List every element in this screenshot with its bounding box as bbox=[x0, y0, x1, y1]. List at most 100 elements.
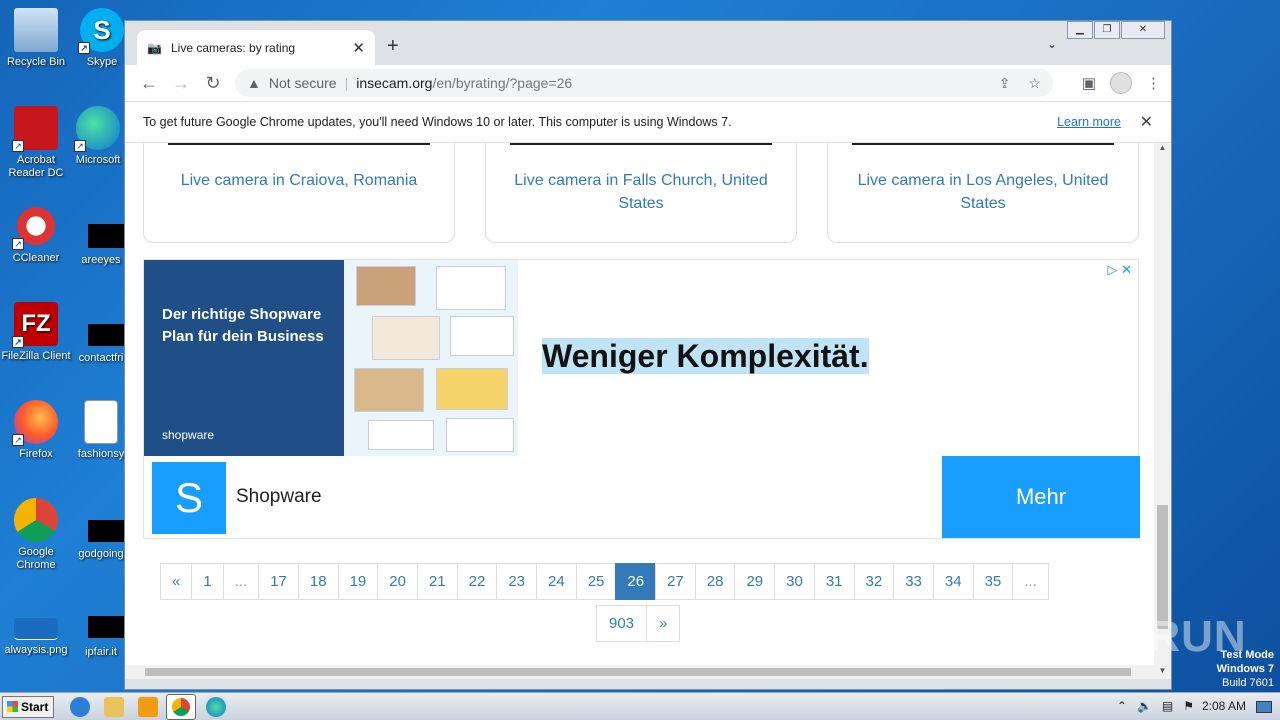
profile-avatar-icon[interactable] bbox=[1110, 72, 1132, 94]
bookmark-star-icon[interactable]: ☆ bbox=[1028, 75, 1041, 92]
menu-kebab-icon[interactable]: ⋮ bbox=[1146, 74, 1161, 92]
page-link[interactable]: 28 bbox=[694, 563, 736, 600]
desktop-icon-firefox[interactable]: ↗ Firefox bbox=[0, 400, 72, 461]
vertical-scrollbar[interactable]: ▲ ▼ bbox=[1154, 143, 1171, 679]
image-file-icon bbox=[14, 618, 58, 640]
desktop-icon-alwaysis[interactable]: alwaysis.png bbox=[0, 618, 72, 657]
new-tab-button[interactable]: + bbox=[387, 35, 399, 58]
page-next[interactable]: » bbox=[646, 605, 681, 642]
media-player-icon[interactable] bbox=[138, 697, 158, 717]
back-arrow-icon[interactable]: ← bbox=[133, 73, 165, 94]
page-link[interactable]: 1 bbox=[191, 563, 224, 600]
page-link-last[interactable]: 903 bbox=[596, 605, 648, 642]
camera-card-title[interactable]: Live camera in Los Angeles, United State… bbox=[858, 172, 1109, 212]
scroll-up-icon[interactable]: ▲ bbox=[1154, 143, 1171, 152]
page-link[interactable]: 19 bbox=[337, 563, 379, 600]
learn-more-link[interactable]: Learn more bbox=[1057, 115, 1121, 129]
tray-expand-icon[interactable]: ⌃ bbox=[1117, 699, 1127, 713]
desktop-icon-label: FileZilla Client bbox=[1, 350, 71, 362]
desktop-icon-acrobat[interactable]: ↗ Acrobat Reader DC bbox=[0, 106, 72, 180]
desktop-icon-filezilla[interactable]: FZ ↗ FileZilla Client bbox=[0, 302, 72, 363]
advertisement[interactable]: Der richtige Shopware Plan für dein Busi… bbox=[143, 259, 1140, 540]
ccleaner-icon: ↗ bbox=[12, 204, 58, 250]
tab-search-chevron-icon[interactable]: ⌄ bbox=[1047, 37, 1057, 51]
page-link[interactable]: 18 bbox=[297, 563, 339, 600]
page-link[interactable]: 17 bbox=[258, 563, 299, 600]
page-link[interactable]: 33 bbox=[893, 563, 934, 600]
action-center-flag-icon[interactable]: ⚑ bbox=[1183, 699, 1194, 713]
forward-arrow-icon[interactable]: → bbox=[165, 73, 197, 94]
volume-icon[interactable]: 🔈 bbox=[1137, 699, 1152, 713]
page-link[interactable]: 31 bbox=[813, 563, 855, 600]
share-icon[interactable]: ⇪ bbox=[999, 75, 1011, 92]
clock[interactable]: 2:08 AM bbox=[1202, 699, 1246, 713]
ad-cta-button[interactable]: Mehr bbox=[942, 456, 1140, 538]
desktop-icon-label: Firefox bbox=[19, 448, 53, 460]
chrome-taskbar-button[interactable] bbox=[166, 694, 196, 720]
desktop-icon-skype[interactable]: S ↗ Skype bbox=[74, 8, 130, 69]
camera-thumbnail bbox=[852, 143, 1114, 145]
page-link[interactable]: 20 bbox=[377, 563, 418, 600]
page-link[interactable]: 30 bbox=[774, 563, 815, 600]
desktop-icon-label: Acrobat Reader DC bbox=[8, 154, 64, 179]
maximize-button[interactable]: ❐ bbox=[1094, 21, 1120, 39]
page-link[interactable]: 29 bbox=[734, 563, 776, 600]
start-button[interactable]: Start bbox=[2, 696, 54, 718]
page-link-current[interactable]: 26 bbox=[615, 563, 657, 600]
os-label: Windows 7 bbox=[1216, 663, 1274, 675]
filezilla-icon: FZ ↗ bbox=[12, 302, 58, 348]
page-link[interactable]: 25 bbox=[575, 563, 617, 600]
shopware-logo-icon: S bbox=[152, 462, 226, 534]
page-link[interactable]: 27 bbox=[655, 563, 696, 600]
test-mode-label: Test Mode bbox=[1220, 649, 1274, 661]
camera-card[interactable]: Live camera in Falls Church, United Stat… bbox=[485, 143, 797, 243]
desktop-icon-microsoft-edge[interactable]: ↗ Microsoft bbox=[66, 106, 130, 167]
page-prev[interactable]: « bbox=[160, 563, 193, 600]
file-icon bbox=[88, 324, 124, 346]
desktop-icon-google-chrome[interactable]: Google Chrome bbox=[0, 498, 72, 572]
adchoices-icon[interactable]: ▷ ✕ bbox=[1107, 262, 1132, 278]
close-window-button[interactable]: ✕ bbox=[1121, 21, 1165, 39]
tab-live-cameras[interactable]: 📷 Live cameras: by rating ✕ bbox=[137, 30, 375, 65]
tab-title: Live cameras: by rating bbox=[171, 40, 296, 55]
camera-card[interactable]: Live camera in Craiova, Romania bbox=[143, 143, 455, 243]
scroll-thumb[interactable] bbox=[1157, 505, 1168, 629]
page-link[interactable]: 21 bbox=[416, 563, 458, 600]
file-explorer-icon[interactable] bbox=[104, 697, 124, 717]
close-tab-icon[interactable]: ✕ bbox=[352, 39, 365, 57]
hscroll-thumb[interactable] bbox=[145, 668, 1131, 676]
page-link[interactable]: 32 bbox=[853, 563, 895, 600]
scroll-down-icon[interactable]: ▼ bbox=[1154, 666, 1171, 675]
address-bar[interactable]: ▲ Not secure | insecam.org/en/byrating/?… bbox=[235, 69, 1053, 97]
edge-icon: ↗ bbox=[74, 106, 120, 152]
ad-headline: Weniger Komplexität. bbox=[542, 338, 869, 375]
network-icon[interactable]: ▤ bbox=[1162, 699, 1173, 713]
minimize-button[interactable]: ▁ bbox=[1067, 21, 1093, 39]
edge-icon[interactable] bbox=[206, 697, 226, 717]
page-ellipsis: ... bbox=[1012, 563, 1049, 600]
show-desktop-icon[interactable] bbox=[1256, 701, 1272, 713]
close-infobar-icon[interactable]: ✕ bbox=[1140, 112, 1153, 132]
horizontal-scrollbar[interactable] bbox=[125, 665, 1154, 679]
ad-bottom-bar: S Shopware Mehr bbox=[144, 456, 1140, 540]
page-link[interactable]: 34 bbox=[932, 563, 974, 600]
pagination-row-2: 903 » bbox=[596, 605, 681, 642]
test-mode-overlay: Test Mode Windows 7 Build 7601 bbox=[1217, 648, 1274, 690]
reload-icon[interactable]: ↻ bbox=[197, 73, 229, 94]
page-link[interactable]: 24 bbox=[536, 563, 577, 600]
desktop-icon-recycle-bin[interactable]: Recycle Bin bbox=[0, 8, 72, 69]
page-link[interactable]: 23 bbox=[496, 563, 538, 600]
side-panel-icon[interactable]: ▣ bbox=[1082, 74, 1096, 92]
page-ellipsis: ... bbox=[222, 563, 260, 600]
camera-card-title[interactable]: Live camera in Falls Church, United Stat… bbox=[514, 172, 767, 212]
page-link[interactable]: 22 bbox=[456, 563, 498, 600]
camera-card[interactable]: Live camera in Los Angeles, United State… bbox=[827, 143, 1139, 243]
desktop-icon-ccleaner[interactable]: ↗ CCleaner bbox=[0, 204, 72, 265]
page-link[interactable]: 35 bbox=[972, 563, 1014, 600]
file-icon bbox=[88, 520, 124, 542]
camera-card-title[interactable]: Live camera in Craiova, Romania bbox=[181, 172, 418, 189]
recycle-bin-icon bbox=[14, 8, 58, 52]
internet-explorer-icon[interactable] bbox=[70, 697, 90, 717]
title-bar: 📷 Live cameras: by rating ✕ + ⌄ ▁ ❐ ✕ bbox=[125, 21, 1171, 65]
warning-icon: ▲ bbox=[247, 75, 261, 91]
